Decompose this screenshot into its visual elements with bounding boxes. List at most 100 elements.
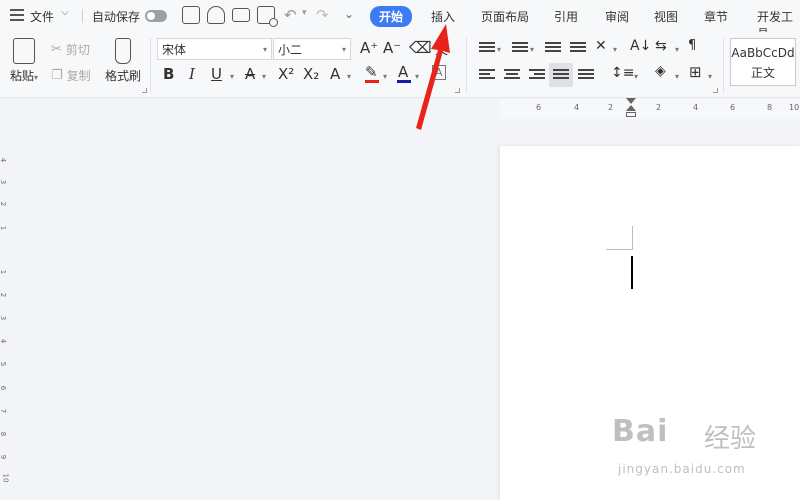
align-center-icon[interactable] <box>504 69 520 83</box>
chevron-down-icon[interactable]: ▾ <box>530 45 534 54</box>
ruler-number: 10 <box>789 103 800 112</box>
highlight-icon[interactable]: ✎ <box>365 63 378 81</box>
font-size-select[interactable]: 小二 ▾ <box>273 38 351 60</box>
bullet-list-icon[interactable] <box>479 42 495 56</box>
underline-icon[interactable]: U <box>211 65 222 83</box>
divider <box>723 38 724 92</box>
chevron-down-icon[interactable]: ▾ <box>497 45 501 54</box>
chinese-layout-icon[interactable]: ✕ <box>595 38 607 54</box>
ruler-number: 9 <box>0 454 8 460</box>
chevron-down-icon[interactable]: ▾ <box>230 72 234 81</box>
ruler-number: 6 <box>730 103 736 112</box>
clipboard-dialog-launcher[interactable] <box>142 88 147 93</box>
chevron-down-icon[interactable]: ▾ <box>383 72 387 81</box>
paste-icon <box>13 38 35 64</box>
align-right-icon[interactable] <box>529 69 545 83</box>
chevron-down-icon[interactable]: ▾ <box>302 8 307 18</box>
text-direction-icon[interactable]: A↓ <box>630 38 651 54</box>
tab-references[interactable]: 引用 <box>554 8 578 25</box>
shading-icon[interactable]: ◈ <box>655 63 666 79</box>
indent-marker[interactable] <box>626 98 636 120</box>
chevron-down-icon: ▾ <box>34 73 39 82</box>
bold-icon[interactable]: B <box>163 65 174 83</box>
distributed-icon[interactable] <box>578 69 594 83</box>
format-painter-icon <box>115 38 131 64</box>
superscript-icon[interactable]: X² <box>278 65 294 83</box>
chevron-down-icon: ▾ <box>262 44 267 54</box>
increase-indent-icon[interactable] <box>570 42 586 56</box>
ruler-number: 6 <box>0 385 8 391</box>
menu-icon[interactable] <box>10 9 24 21</box>
format-painter-label: 格式刷 <box>104 69 141 83</box>
subscript-icon[interactable]: X₂ <box>303 65 319 83</box>
style-preview-text: AaBbCcDd <box>731 46 795 60</box>
justify-icon[interactable] <box>553 69 569 83</box>
line-spacing-icon[interactable]: ↕≡ <box>611 65 634 81</box>
print-icon[interactable] <box>232 8 250 22</box>
baidu-watermark: Bai 经验 jingyan.baidu.com <box>612 414 762 484</box>
font-name-select[interactable]: 宋体 ▾ <box>157 38 272 60</box>
autosave-toggle[interactable] <box>145 10 167 22</box>
strikethrough-icon[interactable]: A <box>245 65 255 83</box>
redo-icon[interactable]: ↷ <box>316 6 329 24</box>
chevron-down-icon[interactable]: ▾ <box>613 45 617 54</box>
chevron-down-icon: ▾ <box>341 44 346 54</box>
sort-icon[interactable]: ⇆ <box>655 38 667 54</box>
more-chevron-icon[interactable]: ⌄ <box>344 7 354 21</box>
copy-icon: ❐ <box>51 68 63 83</box>
tab-chapter[interactable]: 章节 <box>704 8 728 25</box>
chevron-down-icon[interactable]: ▾ <box>262 72 266 81</box>
watermark-brand2: 经验 <box>704 424 757 454</box>
ruler-number: 2 <box>608 103 614 112</box>
show-marks-icon[interactable]: ¶ <box>688 38 696 53</box>
chevron-down-icon[interactable]: ▾ <box>675 72 679 81</box>
divider <box>150 38 151 92</box>
style-normal[interactable]: AaBbCcDd 正文 <box>730 38 796 86</box>
save-icon[interactable] <box>182 6 200 24</box>
chevron-down-icon[interactable]: ⌵ <box>61 7 69 18</box>
chevron-down-icon[interactable]: ▾ <box>708 72 712 81</box>
borders-icon[interactable]: ⊞ <box>689 63 702 81</box>
ruler-number: 8 <box>767 103 773 112</box>
ruler-number: 8 <box>0 431 8 437</box>
tab-view[interactable]: 视图 <box>654 8 678 25</box>
cut-button[interactable]: ✂ 剪切 <box>51 41 90 58</box>
horizontal-ruler[interactable]: 6 4 2 2 4 6 8 10 <box>500 99 800 119</box>
style-name: 正文 <box>750 66 775 80</box>
ruler-number: 4 <box>0 338 8 344</box>
ruler-number: 10 <box>1 473 10 483</box>
ruler-number: 2 <box>656 103 662 112</box>
chevron-down-icon[interactable]: ▾ <box>634 72 638 81</box>
file-menu[interactable]: 文件 <box>30 8 54 25</box>
decrease-indent-icon[interactable] <box>545 42 561 56</box>
chevron-down-icon[interactable]: ▾ <box>675 45 679 54</box>
format-painter-button[interactable]: 格式刷 <box>104 38 142 84</box>
tab-page-layout[interactable]: 页面布局 <box>481 8 529 25</box>
ruler-number: 4 <box>0 157 8 163</box>
grow-font-icon[interactable]: A⁺ <box>360 39 378 57</box>
chevron-down-icon[interactable]: ▾ <box>347 72 351 81</box>
ruler-number: 3 <box>0 315 8 321</box>
shrink-font-icon[interactable]: A⁻ <box>383 39 401 57</box>
ruler-number: 2 <box>0 292 8 298</box>
vertical-ruler[interactable]: 4 3 2 1 1 2 3 4 5 6 7 8 9 10 <box>0 118 10 500</box>
margin-corner-mark <box>606 226 633 250</box>
italic-icon[interactable]: I <box>189 65 195 83</box>
ruler-number: 5 <box>0 361 8 367</box>
ruler-number: 7 <box>0 408 8 414</box>
scissors-icon: ✂ <box>51 42 62 57</box>
autosave-label: 自动保存 <box>92 10 141 24</box>
print-preview-icon[interactable] <box>257 6 278 27</box>
format-output-icon[interactable] <box>207 6 225 24</box>
align-left-icon[interactable] <box>479 69 495 83</box>
tab-review[interactable]: 审阅 <box>605 8 629 25</box>
paste-button[interactable]: 粘贴▾ <box>7 38 41 84</box>
paragraph-dialog-launcher[interactable] <box>713 88 718 93</box>
text-effect-icon[interactable]: A <box>330 65 340 83</box>
divider <box>466 38 467 92</box>
copy-button[interactable]: ❐ 复制 <box>51 67 91 84</box>
ruler-number: 3 <box>0 179 8 185</box>
highlight-color-bar <box>365 80 379 83</box>
numbered-list-icon[interactable] <box>512 42 528 56</box>
undo-icon[interactable]: ↶ <box>284 6 297 24</box>
